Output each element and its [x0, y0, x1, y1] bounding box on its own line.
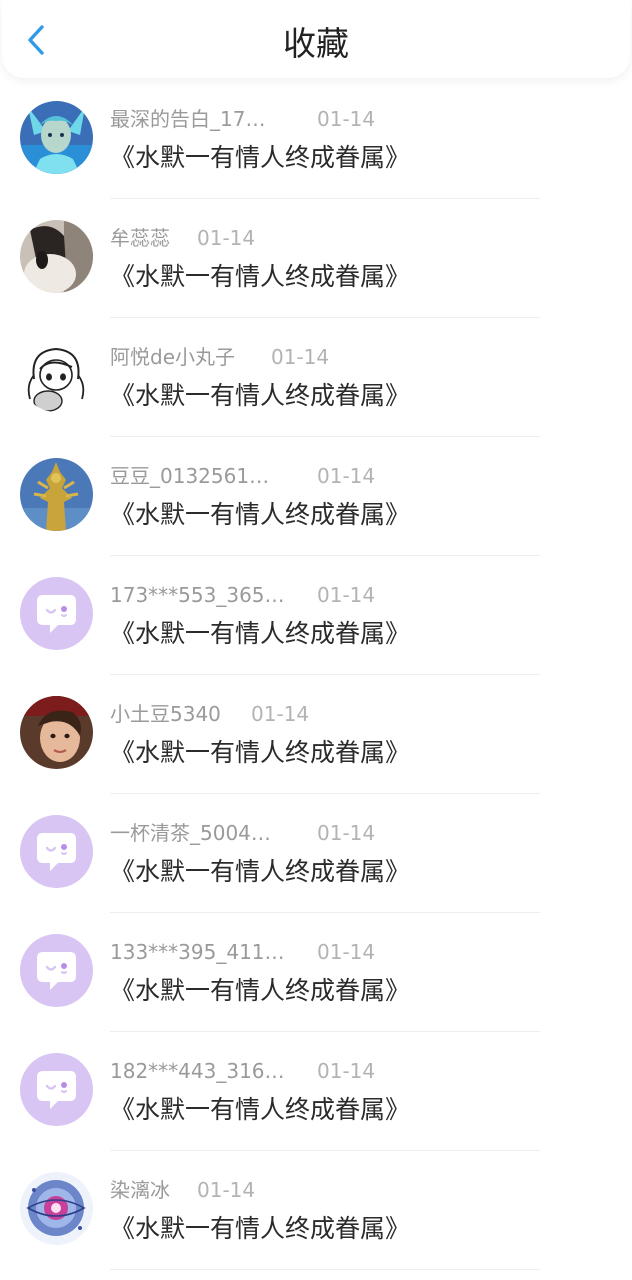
item-date: 01-14	[317, 464, 376, 488]
user-name[interactable]: 染漓冰	[110, 1175, 170, 1205]
item-title[interactable]: 《水默一有情人终成眷属》	[110, 259, 410, 295]
user-name[interactable]: 豆豆_0132561…	[110, 461, 269, 491]
list-item[interactable]: 173***553_365… 01-14 《水默一有情人终成眷属》	[0, 556, 632, 675]
item-date: 01-14	[197, 226, 256, 250]
avatar[interactable]	[20, 339, 93, 412]
list-item[interactable]: 豆豆_0132561… 01-14 《水默一有情人终成眷属》	[0, 437, 632, 556]
user-name[interactable]: 133***395_411…	[110, 937, 285, 967]
user-name[interactable]: 173***553_365…	[110, 580, 285, 610]
user-name[interactable]: 牟蕊蕊	[110, 223, 170, 253]
golden-statue-avatar-icon	[20, 458, 93, 531]
list-item[interactable]: 133***395_411… 01-14 《水默一有情人终成眷属》	[0, 913, 632, 1032]
default-chat-avatar-icon	[20, 934, 93, 1007]
list-item[interactable]: 阿悦de小丸子 01-14 《水默一有情人终成眷属》	[0, 318, 632, 437]
list-item[interactable]: 牟蕊蕊 01-14 《水默一有情人终成眷属》	[0, 199, 632, 318]
user-name[interactable]: 一杯清茶_5004…	[110, 818, 271, 848]
avatar[interactable]	[20, 101, 93, 174]
default-chat-avatar-icon	[20, 577, 93, 650]
list-item[interactable]: 小土豆5340 01-14 《水默一有情人终成眷属》	[0, 675, 632, 794]
default-chat-avatar-icon	[20, 1053, 93, 1126]
item-date: 01-14	[251, 702, 310, 726]
user-name[interactable]: 小土豆5340	[110, 699, 221, 729]
list-item[interactable]: 一杯清茶_5004… 01-14 《水默一有情人终成眷属》	[0, 794, 632, 913]
avatar[interactable]	[20, 934, 93, 1007]
item-title[interactable]: 《水默一有情人终成眷属》	[110, 616, 410, 652]
avatar[interactable]	[20, 815, 93, 888]
item-date: 01-14	[271, 345, 330, 369]
divider	[110, 1269, 540, 1270]
item-date: 01-14	[317, 107, 376, 131]
avatar[interactable]	[20, 458, 93, 531]
anime-girl-avatar-icon	[20, 339, 93, 412]
user-name[interactable]: 最深的告白_17…	[110, 104, 265, 134]
item-title[interactable]: 《水默一有情人终成眷属》	[110, 140, 410, 176]
cosmic-avatar-icon	[20, 1172, 93, 1245]
list-item[interactable]: 染漓冰 01-14 《水默一有情人终成眷属》	[0, 1151, 632, 1270]
list-item[interactable]: 182***443_316… 01-14 《水默一有情人终成眷属》	[0, 1032, 632, 1151]
default-chat-avatar-icon	[20, 815, 93, 888]
item-title[interactable]: 《水默一有情人终成眷属》	[110, 973, 410, 1009]
user-name[interactable]: 182***443_316…	[110, 1056, 285, 1086]
item-title[interactable]: 《水默一有情人终成眷属》	[110, 1092, 410, 1128]
item-title[interactable]: 《水默一有情人终成眷属》	[110, 378, 410, 414]
user-name[interactable]: 阿悦de小丸子	[110, 342, 235, 372]
item-title[interactable]: 《水默一有情人终成眷属》	[110, 1211, 410, 1247]
portrait-avatar-icon	[20, 696, 93, 769]
favorites-list: 最深的告白_17… 01-14 《水默一有情人终成眷属》 牟蕊蕊 01-14 《…	[0, 80, 632, 1270]
page-title: 收藏	[283, 24, 349, 63]
avatar[interactable]	[20, 1172, 93, 1245]
avatar[interactable]	[20, 1053, 93, 1126]
item-date: 01-14	[317, 583, 376, 607]
item-title[interactable]: 《水默一有情人终成眷属》	[110, 735, 410, 771]
favorites-page: 收藏 最深的告白_17… 01-14 《水默一有情人终成眷属》 牟蕊蕊 01-1…	[0, 0, 632, 1280]
top-bar: 收藏	[2, 0, 630, 78]
avatar[interactable]	[20, 696, 93, 769]
list-item[interactable]: 最深的告白_17… 01-14 《水默一有情人终成眷属》	[0, 80, 632, 199]
item-title[interactable]: 《水默一有情人终成眷属》	[110, 854, 410, 890]
photo-avatar-icon	[20, 220, 93, 293]
item-date: 01-14	[317, 1059, 376, 1083]
item-date: 01-14	[197, 1178, 256, 1202]
avatar[interactable]	[20, 577, 93, 650]
avatar[interactable]	[20, 220, 93, 293]
item-title[interactable]: 《水默一有情人终成眷属》	[110, 497, 410, 533]
item-date: 01-14	[317, 821, 376, 845]
item-date: 01-14	[317, 940, 376, 964]
game-character-avatar-icon	[20, 101, 93, 174]
